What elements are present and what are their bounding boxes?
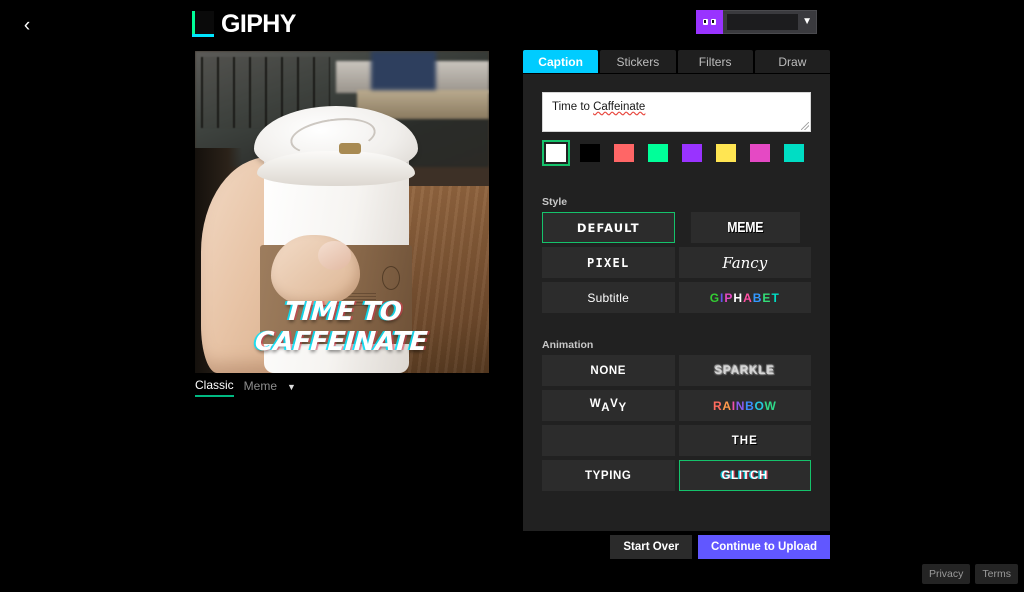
continue-to-upload-button[interactable]: Continue to Upload	[697, 535, 830, 559]
tab-filters[interactable]: Filters	[677, 50, 753, 73]
chevron-left-icon: ‹	[23, 14, 31, 36]
account-controls: ▼	[696, 10, 817, 34]
color-swatch-teal[interactable]	[780, 140, 808, 166]
color-swatch-pink[interactable]	[746, 140, 774, 166]
style-option-pixel[interactable]: PIXEL	[542, 247, 675, 278]
color-swatch-purple[interactable]	[678, 140, 706, 166]
style-option-giphabet[interactable]: GIPHABET	[678, 282, 811, 313]
animation-option-glitch[interactable]: GLITCH	[678, 460, 811, 491]
tab-stickers[interactable]: Stickers	[600, 50, 676, 73]
giphy-logo-text: GIPHY	[221, 9, 296, 38]
style-option-default[interactable]: DEFAULT	[542, 212, 675, 243]
terms-link[interactable]: Terms	[975, 564, 1018, 584]
chevron-down-icon: ▼	[802, 16, 812, 27]
account-select[interactable]: ▼	[723, 10, 817, 34]
color-swatch-black[interactable]	[576, 140, 604, 166]
style-option-subtitle[interactable]: Subtitle	[542, 282, 675, 313]
animation-option-wavy[interactable]: WAVY	[542, 390, 675, 421]
user-avatar-eyes-icon[interactable]	[696, 10, 723, 34]
editor-footer: Start Over Continue to Upload	[523, 535, 830, 559]
style-section-label: Style	[542, 196, 568, 208]
color-swatch-white[interactable]	[542, 140, 570, 166]
mode-meme[interactable]: Meme	[244, 379, 277, 396]
gif-preview-area: TIME TO CAFFEINATE	[195, 51, 489, 373]
tab-draw[interactable]: Draw	[754, 50, 830, 73]
animation-option-empty[interactable]	[542, 425, 675, 456]
start-over-button[interactable]: Start Over	[610, 535, 692, 559]
animation-option-typing[interactable]: TYPING	[542, 460, 675, 491]
animation-option-rainbow[interactable]: RAINBOW	[678, 390, 811, 421]
gif-caption-overlay: TIME TO CAFFEINATE	[253, 297, 429, 357]
color-swatch-salmon[interactable]	[610, 140, 638, 166]
account-select-value	[727, 14, 799, 30]
legal-links: Privacy Terms	[921, 564, 1018, 584]
caption-input[interactable]: Time to Caffeinate	[542, 92, 811, 132]
color-swatch-row	[542, 140, 811, 166]
privacy-link[interactable]: Privacy	[921, 564, 971, 584]
style-options-grid: DEFAULT MEME PIXEL Fancy Subtitle GIPHAB…	[542, 212, 811, 313]
tab-caption[interactable]: Caption	[523, 50, 599, 73]
gif-preview-image[interactable]: TIME TO CAFFEINATE	[195, 51, 489, 373]
style-option-fancy[interactable]: Fancy	[678, 247, 811, 278]
animation-option-the[interactable]: THE	[678, 425, 811, 456]
animation-options-grid: NONE SPARKLE WAVY RAINBOW THE TYPING GLI…	[542, 355, 811, 491]
giphy-logo-mark-icon	[192, 11, 214, 37]
color-swatch-green[interactable]	[644, 140, 672, 166]
animation-option-none[interactable]: NONE	[542, 355, 675, 386]
style-option-meme[interactable]: MEME	[690, 212, 800, 243]
chevron-down-icon[interactable]: ▼	[287, 382, 296, 392]
giphy-caption-editor-page: ‹ GIPHY ▼ TIME TO CAFFEINATE Classic Mem…	[0, 0, 1024, 592]
caption-input-plain: Time to	[552, 101, 594, 113]
back-button[interactable]: ‹	[12, 10, 42, 40]
animation-section-label: Animation	[542, 339, 594, 351]
mode-classic[interactable]: Classic	[195, 378, 234, 397]
caption-input-misspelled: Caffeinate	[593, 101, 646, 113]
editor-tabs: Caption Stickers Filters Draw	[523, 50, 830, 73]
color-swatch-yellow[interactable]	[712, 140, 740, 166]
giphy-logo[interactable]: GIPHY	[192, 8, 296, 40]
caption-panel: Time to Caffeinate Style DEFAULT MEME PI…	[523, 74, 830, 531]
animation-option-sparkle[interactable]: SPARKLE	[678, 355, 811, 386]
preview-mode-switch: Classic Meme ▼	[195, 378, 296, 397]
